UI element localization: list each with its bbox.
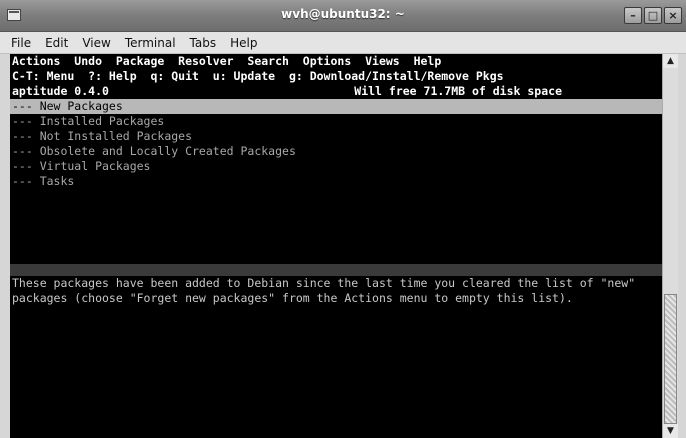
scroll-down-icon[interactable]: ▼ [663, 424, 678, 438]
menu-edit[interactable]: Edit [38, 36, 75, 50]
description-line-1: These packages have been added to Debian… [12, 276, 636, 290]
group-virtual-packages[interactable]: --- Virtual Packages [10, 159, 662, 174]
menu-file[interactable]: File [4, 36, 38, 50]
window-border [678, 54, 686, 438]
menu-view[interactable]: View [75, 36, 117, 50]
aptitude-menu-line[interactable]: Actions Undo Package Resolver Search Opt… [10, 54, 662, 69]
group-installed-packages[interactable]: --- Installed Packages [10, 114, 662, 129]
maximize-button[interactable]: □ [644, 7, 662, 24]
group-not-installed-packages[interactable]: --- Not Installed Packages [10, 129, 662, 144]
disk-space-status: Will free 71.7MB of disk space [354, 84, 562, 98]
close-button[interactable]: × [664, 7, 682, 24]
window-controls: – □ × [624, 7, 682, 24]
menu-bar: File Edit View Terminal Tabs Help [0, 32, 686, 54]
window-title: wvh@ubuntu32: ~ [281, 7, 405, 21]
aptitude-keys-line: C-T: Menu ?: Help q: Quit u: Update g: D… [12, 69, 504, 83]
terminal-screen[interactable]: Actions Undo Package Resolver Search Opt… [10, 54, 662, 438]
group-tasks[interactable]: --- Tasks [10, 174, 662, 189]
menu-terminal[interactable]: Terminal [118, 36, 183, 50]
scroll-thumb[interactable] [664, 294, 677, 424]
aptitude-version: aptitude 0.4.0 [12, 84, 109, 98]
aptitude-status-line: aptitude 0.4.0 Will free 71.7MB of disk … [10, 84, 662, 99]
description-line-2: packages (choose "Forget new packages" f… [12, 291, 573, 305]
menu-help[interactable]: Help [223, 36, 264, 50]
title-bar[interactable]: wvh@ubuntu32: ~ – □ × [0, 0, 686, 32]
terminal-scrollbar[interactable]: ▲ ▼ [662, 54, 678, 438]
scroll-up-icon[interactable]: ▲ [663, 54, 678, 68]
minimize-button[interactable]: – [624, 7, 642, 24]
group-obsolete-packages[interactable]: --- Obsolete and Locally Created Package… [10, 144, 662, 159]
pane-separator [10, 264, 662, 276]
package-list-blank [10, 189, 662, 264]
group-new-packages[interactable]: --- New Packages [10, 99, 662, 114]
menu-tabs[interactable]: Tabs [183, 36, 224, 50]
